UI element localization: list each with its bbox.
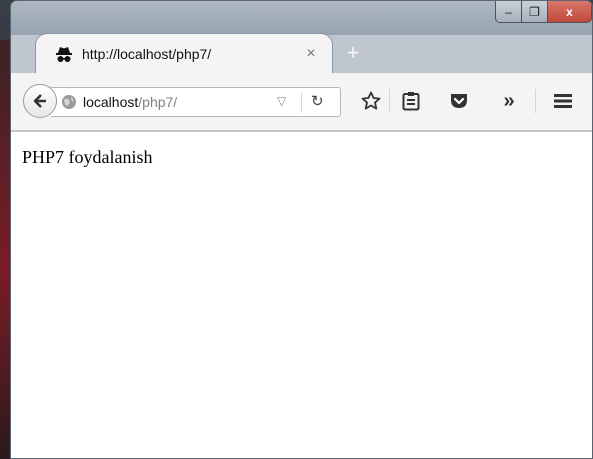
pocket-icon[interactable] <box>447 89 471 113</box>
new-tab-button[interactable]: + <box>342 42 364 65</box>
toolbar-divider <box>535 89 536 113</box>
url-host: localhost <box>83 94 139 110</box>
reload-icon[interactable]: ↻ <box>311 92 324 110</box>
page-text: PHP7 foydalanish <box>22 147 153 167</box>
maximize-button[interactable]: ❐ <box>522 1 548 23</box>
close-window-button[interactable]: x <box>548 1 592 23</box>
window-controls: – ❐ x <box>495 1 592 23</box>
private-browsing-icon <box>56 46 72 62</box>
globe-icon <box>62 95 76 109</box>
back-button[interactable] <box>23 84 57 118</box>
url-divider <box>301 93 302 113</box>
titlebar: – ❐ x <box>11 1 592 35</box>
page-content: PHP7 foydalanish <box>11 132 592 458</box>
tab-close-icon[interactable]: × <box>302 45 320 63</box>
tab-active[interactable]: http://localhost/php7/ × <box>35 33 333 73</box>
browser-window: – ❐ x http://localhost/php7/ × + localho… <box>10 0 593 459</box>
reading-list-icon[interactable] <box>399 89 423 113</box>
maximize-icon: ❐ <box>529 4 540 19</box>
overflow-icon[interactable]: » <box>497 89 521 113</box>
url-history-dropdown-icon[interactable]: ▽ <box>277 94 286 108</box>
menu-icon[interactable] <box>551 89 575 113</box>
tab-title: http://localhost/php7/ <box>82 45 212 62</box>
bookmark-star-icon[interactable] <box>359 89 383 113</box>
minimize-button[interactable]: – <box>495 1 522 23</box>
close-icon: x <box>566 4 573 19</box>
url-path: /php7/ <box>138 94 178 110</box>
url-bar[interactable]: localhost/php7/ ▽ ↻ <box>51 87 341 117</box>
toolbar-divider <box>389 89 390 113</box>
minimize-icon: – <box>505 4 512 19</box>
back-arrow-icon <box>33 94 46 108</box>
navigation-toolbar: localhost/php7/ ▽ ↻ » <box>11 73 592 131</box>
